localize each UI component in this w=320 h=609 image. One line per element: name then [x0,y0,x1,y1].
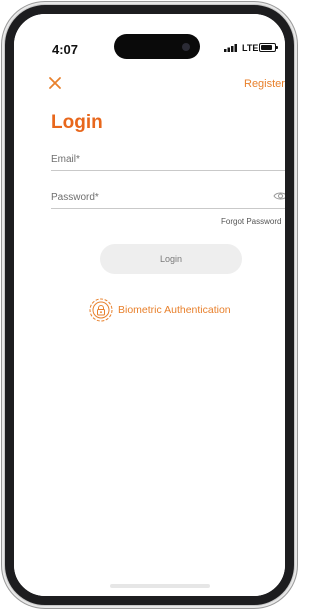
register-link[interactable]: Register [244,78,285,90]
email-input[interactable] [51,148,285,170]
biometric-auth-label: Biometric Authentication [118,304,231,316]
network-label: LTE [242,43,259,53]
close-icon[interactable] [47,75,63,91]
camera-icon [182,43,190,51]
login-button[interactable]: Login [100,244,242,274]
page-title: Login [51,112,103,133]
status-time: 4:07 [52,42,79,57]
password-field[interactable] [51,186,285,209]
eye-icon[interactable] [273,191,285,201]
email-field[interactable] [51,148,285,171]
fingerprint-lock-icon [89,298,113,322]
status-bar: 4:07 LTE [14,14,285,59]
phone-frame: 4:07 LTE Register Login Email* Forgot Pa… [5,5,294,605]
battery-icon [259,43,278,52]
login-screen: 4:07 LTE Register Login Email* Forgot Pa… [14,14,285,596]
forgot-password-link[interactable]: Forgot Password [221,217,281,226]
home-indicator [110,584,210,588]
signal-icon [224,44,237,52]
biometric-auth-button[interactable]: Biometric Authentication [89,298,231,322]
password-input[interactable] [51,186,285,208]
